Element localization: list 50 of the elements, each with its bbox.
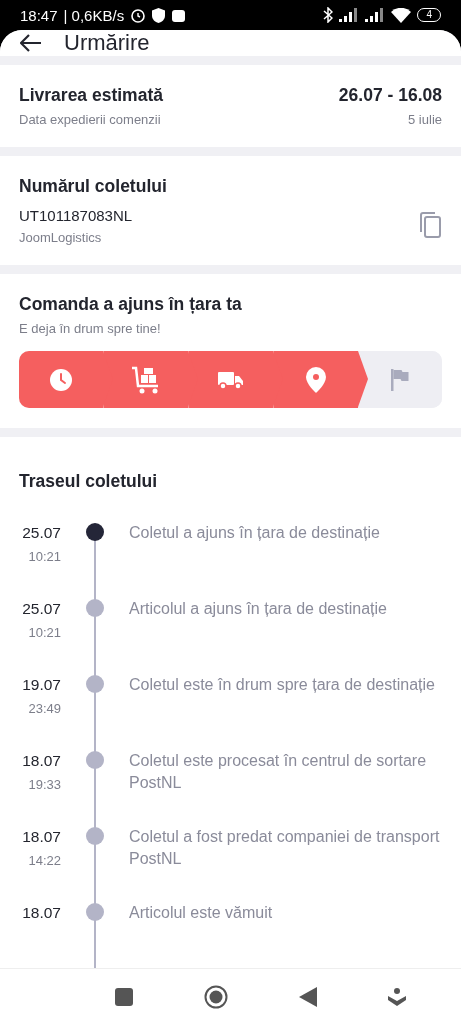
status-time: 18:47	[20, 6, 58, 24]
event-text: Articolul a ajuns în țara de destinație	[129, 599, 388, 619]
flag-icon	[391, 368, 409, 391]
event-time: 23:49	[27, 701, 61, 716]
delivery-range: 26.07 - 16.08	[338, 85, 442, 106]
tracking-number: UT101187083NL	[19, 207, 134, 224]
event-time: 10:21	[27, 625, 61, 640]
back-arrow-icon	[20, 34, 42, 52]
copy-button[interactable]	[418, 212, 442, 238]
section-title: Comanda a ajuns în țara ta	[19, 294, 243, 315]
copy-icon	[418, 212, 442, 238]
event-text: Coletul a ajuns în țara de destinație	[129, 523, 381, 543]
event-time: 10:21	[27, 549, 61, 564]
event-text: Coletul a fost predat companiei de transport PostNL	[129, 827, 441, 869]
event-time: 19:33	[27, 777, 61, 792]
shield-icon	[152, 7, 166, 23]
square-icon[interactable]	[115, 987, 134, 1006]
app-icon	[171, 7, 187, 23]
wifi-icon	[391, 7, 412, 23]
section-title: Numărul coletului	[19, 176, 167, 197]
signal-icon	[365, 8, 386, 22]
event-text: Coletul este procesat în centrul de sortare PostNL	[129, 751, 428, 793]
event-date: 18.07	[21, 752, 61, 770]
back-icon[interactable]	[298, 986, 317, 1007]
section-subtitle: Data expedierii comenzii	[19, 112, 162, 127]
alarm-icon	[130, 7, 147, 23]
bluetooth-icon	[323, 7, 334, 23]
back-button[interactable]	[20, 34, 42, 52]
event-date: 25.07	[21, 524, 61, 542]
event-text: Coletul este în drum spre țara de destinație	[129, 675, 436, 695]
clock-icon	[49, 367, 73, 392]
event-date: 18.07	[21, 828, 61, 846]
section-title: Traseul coletului	[19, 471, 159, 492]
event-text: Articolul este vămuit	[129, 903, 274, 923]
event-date: 25.07	[21, 600, 61, 618]
section-title: Livrarea estimată	[19, 85, 163, 106]
event-date: 18.07	[21, 904, 61, 922]
truck-icon	[218, 369, 244, 390]
pin-icon	[306, 366, 326, 393]
section-subtitle: E deja în drum spre tine!	[19, 321, 162, 336]
down-icon[interactable]	[387, 987, 406, 1006]
page-title: Urmărire	[64, 30, 150, 56]
home-icon[interactable]	[204, 984, 229, 1009]
carrier-name: JoomLogistics	[19, 230, 103, 245]
event-date: 19.07	[21, 676, 61, 694]
signal-icon	[339, 8, 360, 22]
ship-date: 5 iulie	[407, 112, 442, 127]
event-time: 14:22	[27, 853, 61, 868]
network-speed: | 0,6KB/s	[63, 6, 125, 24]
cart-icon	[131, 365, 161, 394]
